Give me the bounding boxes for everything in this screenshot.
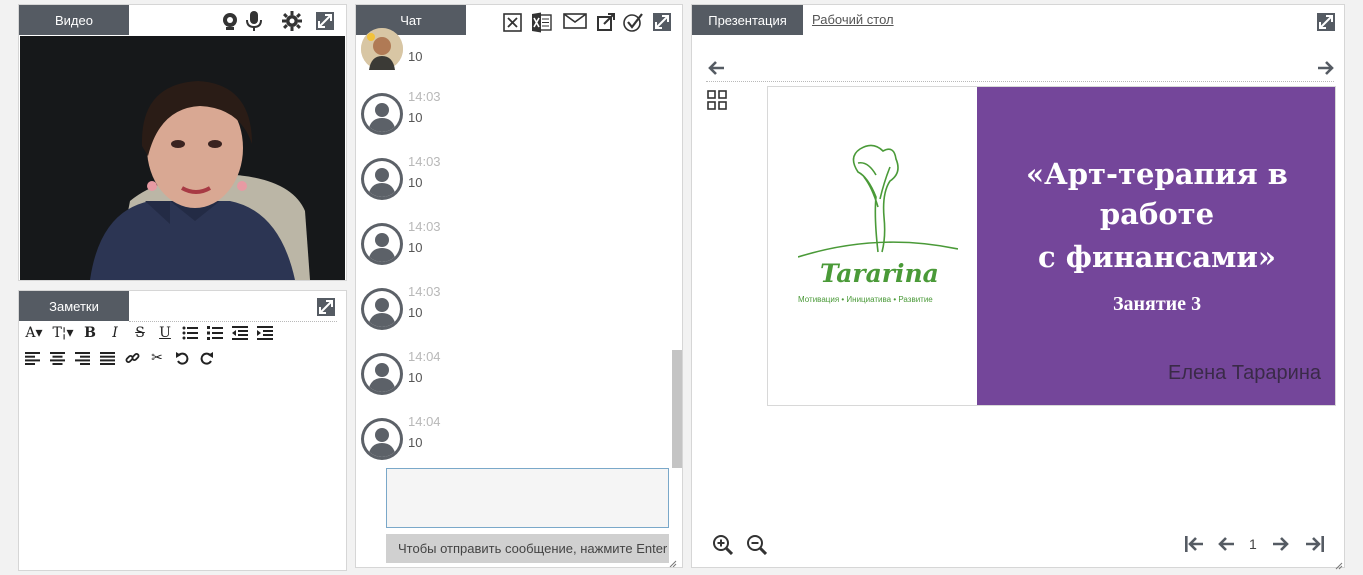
first-page-icon[interactable] xyxy=(1183,534,1205,554)
video-panel: Видео xyxy=(18,4,347,281)
numbered-list-icon[interactable] xyxy=(204,323,226,343)
page-number: 1 xyxy=(1249,536,1257,552)
chat-message: 10 xyxy=(359,26,659,86)
user-avatar-icon xyxy=(361,418,403,460)
user-avatar-icon xyxy=(361,223,403,265)
undo-icon[interactable] xyxy=(171,348,193,368)
user-avatar-icon xyxy=(361,288,403,330)
presentation-tab[interactable]: Презентация xyxy=(692,5,803,35)
microphone-icon[interactable] xyxy=(243,10,265,32)
editor-toolbar-row-2: ✂ xyxy=(21,348,218,368)
next-slide-arrow-icon[interactable] xyxy=(1316,59,1336,77)
link-icon[interactable] xyxy=(121,348,143,368)
italic-icon[interactable]: I xyxy=(104,323,126,343)
settings-gear-icon[interactable] xyxy=(281,10,303,32)
zoom-in-icon[interactable] xyxy=(711,533,733,555)
scissors-icon[interactable]: ✂ xyxy=(146,348,168,368)
resize-handle-icon[interactable] xyxy=(1335,557,1343,570)
desktop-tab[interactable]: Рабочий стол xyxy=(812,12,894,27)
align-center-icon[interactable] xyxy=(46,348,68,368)
chat-message: 14:03 10 xyxy=(359,89,659,149)
resize-handle-icon[interactable] xyxy=(669,555,677,567)
align-right-icon[interactable] xyxy=(71,348,93,368)
previous-page-icon[interactable] xyxy=(1216,534,1236,554)
redo-icon[interactable] xyxy=(196,348,218,368)
presentation-panel: Презентация Рабочий стол Tararina Мотива… xyxy=(691,4,1345,570)
previous-slide-arrow-icon[interactable] xyxy=(706,59,726,77)
presentation-slide: Tararina Мотивация • Инициатива • Развит… xyxy=(767,86,1336,406)
chat-scrollbar[interactable] xyxy=(672,350,682,468)
font-size-dropdown-icon[interactable]: A▾ xyxy=(21,323,47,343)
align-left-icon[interactable] xyxy=(21,348,43,368)
grid-view-icon[interactable] xyxy=(706,89,728,111)
video-feed xyxy=(20,36,345,280)
chat-message: 14:03 10 xyxy=(359,154,659,214)
notes-editor[interactable] xyxy=(21,373,341,563)
bold-icon[interactable]: B xyxy=(79,323,101,343)
expand-icon[interactable] xyxy=(316,297,336,317)
chat-message: 14:03 10 xyxy=(359,219,659,279)
user-avatar-icon xyxy=(361,93,403,135)
font-family-dropdown-icon[interactable]: T¦▾ xyxy=(50,323,76,343)
chat-message: 14:04 10 xyxy=(359,414,659,474)
align-justify-icon[interactable] xyxy=(96,348,118,368)
divider xyxy=(706,81,1334,82)
chat-panel: Чат 10 14:03 10 14:03 10 14:03 10 14:03 … xyxy=(355,4,683,568)
editor-toolbar-row-1: A▾ T¦▾ B I S U xyxy=(21,323,276,343)
notes-tab[interactable]: Заметки xyxy=(19,291,129,321)
bullet-list-icon[interactable] xyxy=(179,323,201,343)
camera-icon[interactable] xyxy=(219,10,241,32)
zoom-out-icon[interactable] xyxy=(745,533,767,555)
tree-logo-icon xyxy=(798,144,958,258)
chat-message: 14:04 10 xyxy=(359,349,659,409)
next-page-icon[interactable] xyxy=(1271,534,1291,554)
expand-icon[interactable] xyxy=(1316,12,1336,32)
user-avatar-icon xyxy=(361,353,403,395)
user-photo-avatar xyxy=(361,28,403,70)
user-avatar-icon xyxy=(361,158,403,200)
last-page-icon[interactable] xyxy=(1304,534,1326,554)
strikethrough-icon[interactable]: S xyxy=(129,323,151,343)
indent-icon[interactable] xyxy=(254,323,276,343)
expand-icon[interactable] xyxy=(315,11,335,31)
outdent-icon[interactable] xyxy=(229,323,251,343)
underline-icon[interactable]: U xyxy=(154,323,176,343)
chat-message: 14:03 10 xyxy=(359,284,659,344)
slide-title-area: «Арт-терапия в работе с финансами» Занят… xyxy=(977,87,1335,405)
notes-panel: Заметки A▾ T¦▾ B I S U ✂ xyxy=(18,290,347,571)
send-message-bar[interactable]: Чтобы отправить сообщение, нажмите Enter xyxy=(386,534,669,563)
divider xyxy=(129,321,337,322)
video-tab[interactable]: Видео xyxy=(19,5,129,35)
chat-message-input[interactable] xyxy=(386,468,669,528)
